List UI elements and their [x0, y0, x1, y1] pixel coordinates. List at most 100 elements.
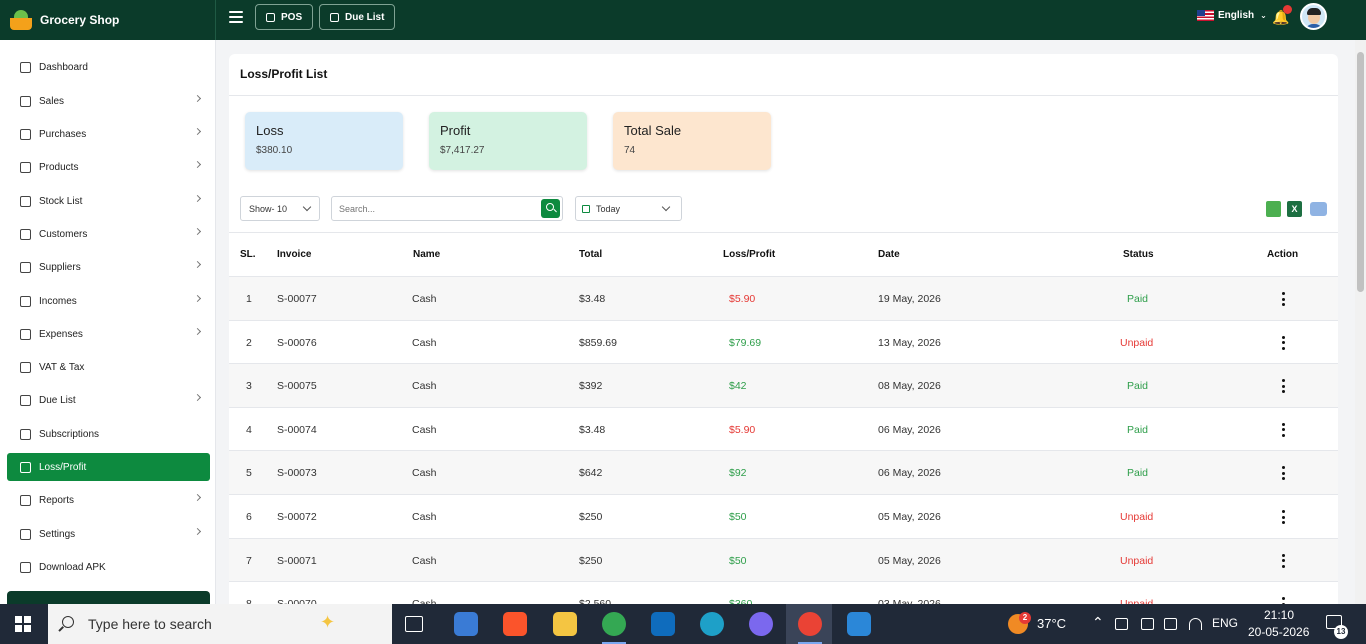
search-icon[interactable] [541, 199, 560, 218]
temperature[interactable]: 37°C [1037, 616, 1066, 631]
cell-total: $642 [579, 467, 603, 480]
scrollbar-thumb[interactable] [1357, 52, 1364, 292]
photos-icon[interactable] [847, 612, 871, 636]
sidebar-item-subscriptions[interactable]: Subscriptions [7, 420, 210, 448]
cell-sl: 3 [246, 380, 252, 393]
more-actions-icon[interactable] [1281, 379, 1285, 394]
taskbar-search[interactable]: Type here to search [48, 604, 392, 644]
sidebar-item-dashboard[interactable]: Dashboard [7, 53, 210, 81]
table-row[interactable]: 3 S-00075 Cash $392 $42 08 May, 2026 Paid [229, 363, 1338, 408]
brave-browser-icon[interactable] [503, 612, 527, 636]
store-icon[interactable] [454, 612, 478, 636]
status-badge: Paid [1127, 380, 1149, 393]
cell-date: 06 May, 2026 [878, 467, 941, 480]
more-actions-icon[interactable] [1281, 292, 1285, 306]
chat-app-icon[interactable] [749, 612, 773, 636]
sidebar-cart-icon [20, 128, 31, 140]
task-view-icon[interactable] [405, 616, 423, 632]
sidebar-item-sales[interactable]: Sales [7, 87, 210, 115]
due-list-icon [330, 12, 339, 22]
sidebar-item-products[interactable]: Products [7, 153, 210, 181]
cell-date: 19 May, 2026 [878, 293, 941, 305]
chevron-up-icon[interactable]: ⌃ [1092, 614, 1104, 631]
cell-invoice: S-00071 [277, 554, 317, 567]
loss-profit-card: Loss/Profit List Loss $380.10 Profit $7,… [229, 54, 1338, 614]
due-list-button[interactable]: Due List [319, 4, 396, 30]
pos-button[interactable]: POS [255, 4, 314, 30]
search-icon [62, 616, 74, 628]
sidebar-item-loss-profit[interactable]: Loss/Profit [7, 453, 210, 481]
table-row[interactable]: 7 S-00071 Cash $250 $50 05 May, 2026 Unpaid [229, 537, 1338, 582]
sidebar-item-label: Settings [39, 528, 76, 540]
print-icon[interactable] [1310, 202, 1327, 216]
input-method-icon[interactable] [1164, 618, 1177, 630]
table-row[interactable]: 2 S-00076 Cash $859.69 $79.69 13 May, 2026 Unp… [229, 319, 1338, 364]
divider [229, 95, 1338, 96]
cell-total: $859.69 [579, 336, 617, 349]
more-actions-icon[interactable] [1281, 553, 1285, 568]
date-filter-select[interactable]: Today [575, 196, 682, 221]
table-row[interactable]: 6 S-00072 Cash $250 $50 05 May, 2026 Unpaid [229, 494, 1338, 538]
sidebar-item-reports[interactable]: Reports [7, 486, 210, 514]
notification-badge [1283, 5, 1292, 14]
clock-date[interactable]: 20-05-2026 [1248, 625, 1309, 639]
sidebar-chart-icon [20, 461, 31, 473]
sparkle-icon: ✦ [320, 612, 336, 632]
more-actions-icon[interactable] [1281, 510, 1285, 524]
file-explorer-icon[interactable] [553, 612, 577, 636]
avatar[interactable] [1300, 3, 1327, 30]
edge-icon[interactable] [700, 612, 724, 636]
sidebar-home-icon [20, 61, 31, 73]
chrome-icon[interactable] [602, 612, 626, 644]
stat-title: Total Sale [624, 123, 682, 138]
cell-date: 05 May, 2026 [878, 554, 941, 567]
cell-sl: 4 [246, 423, 252, 436]
sidebar-item-customers[interactable]: Customers [7, 220, 210, 248]
sidebar-item-download-apk[interactable]: Download APK [7, 553, 210, 581]
speaker-mute-icon[interactable] [1115, 618, 1128, 630]
vertical-scrollbar[interactable] [1355, 40, 1366, 604]
basket-logo-icon [10, 10, 32, 30]
cell-total: $250 [579, 554, 603, 567]
outlook-icon[interactable] [651, 612, 675, 636]
table-row[interactable]: 5 S-00073 Cash $642 $92 06 May, 2026 Paid [229, 450, 1338, 495]
sidebar-item-suppliers[interactable]: Suppliers [7, 253, 210, 281]
sidebar-item-label: VAT & Tax [39, 361, 85, 373]
sidebar-item-label: Loss/Profit [39, 461, 87, 473]
more-actions-icon[interactable] [1281, 422, 1285, 437]
more-actions-icon[interactable] [1281, 466, 1285, 481]
status-badge: Unpaid [1120, 336, 1154, 349]
wifi-icon[interactable] [1189, 618, 1202, 630]
meet-icon[interactable] [1141, 618, 1154, 630]
table-row[interactable]: 1 S-00077 Cash $3.48 $5.90 19 May, 2026 Paid [229, 276, 1338, 320]
cell-name: Cash [412, 380, 437, 393]
chrome-profile-icon[interactable] [798, 612, 822, 644]
page-size-select[interactable]: Show- 10 [240, 196, 320, 221]
excel-export-icon[interactable]: X [1287, 201, 1302, 217]
search-input[interactable] [332, 197, 532, 220]
cell-total: $250 [579, 511, 603, 523]
language-selector[interactable]: English ⌄ [1197, 10, 1267, 21]
table-row[interactable]: 4 S-00074 Cash $3.48 $5.90 06 May, 2026 Paid [229, 406, 1338, 451]
language-label: English [1218, 10, 1255, 21]
column-header: Name [413, 249, 441, 260]
language-indicator[interactable]: ENG [1212, 616, 1238, 630]
more-actions-icon[interactable] [1281, 335, 1285, 350]
sidebar-item-label: Products [39, 161, 79, 173]
brand[interactable]: Grocery Shop [0, 0, 216, 40]
sidebar-item-due-list[interactable]: Due List [7, 386, 210, 414]
sidebar-item-expenses[interactable]: Expenses [7, 320, 210, 348]
sidebar-item-incomes[interactable]: Incomes [7, 287, 210, 315]
sidebar-item-stock-list[interactable]: Stock List [7, 187, 210, 215]
sidebar-item-purchases[interactable]: Purchases [7, 120, 210, 148]
profit-stat-card: Profit $7,417.27 [429, 112, 587, 170]
chevron-right-icon [193, 527, 202, 536]
sidebar-item-settings[interactable]: Settings [7, 520, 210, 548]
menu-toggle-icon[interactable] [229, 11, 243, 23]
cell-date: 08 May, 2026 [878, 380, 941, 393]
csv-export-icon[interactable] [1266, 201, 1281, 217]
sidebar-item-vat-tax[interactable]: VAT & Tax [7, 353, 210, 381]
sidebar-tag-icon [20, 95, 31, 107]
windows-start-icon[interactable] [15, 616, 31, 632]
clock-time[interactable]: 21:10 [1264, 608, 1294, 622]
